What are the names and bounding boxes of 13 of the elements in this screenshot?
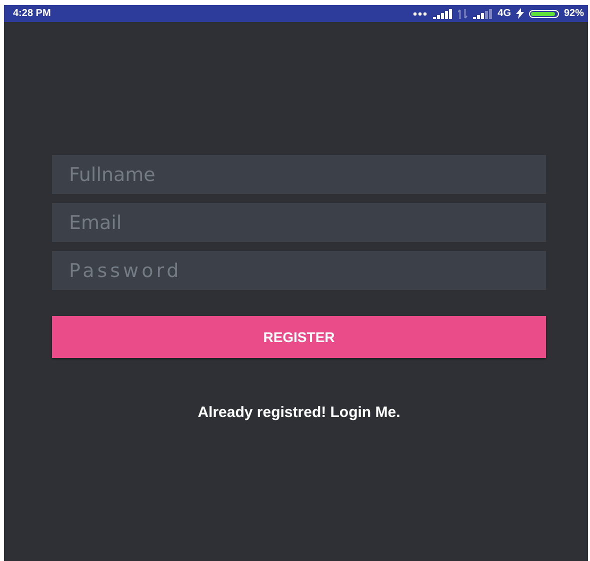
data-arrows-icon	[458, 8, 468, 18]
battery-percent: 92%	[564, 8, 584, 19]
signal-icon	[432, 8, 453, 18]
register-button[interactable]: REGISTER	[52, 316, 546, 358]
lightning-icon	[516, 8, 524, 19]
password-field[interactable]: Password	[52, 251, 546, 290]
email-field[interactable]: Email	[52, 203, 546, 242]
network-type: 4G	[498, 8, 511, 19]
dots-icon	[412, 10, 428, 16]
name-field[interactable]: Fullname	[52, 155, 546, 194]
status-time: 4:28 PM	[13, 8, 51, 19]
login-link[interactable]: Already registred! Login Me.	[198, 404, 400, 421]
signal-icon	[472, 8, 493, 18]
